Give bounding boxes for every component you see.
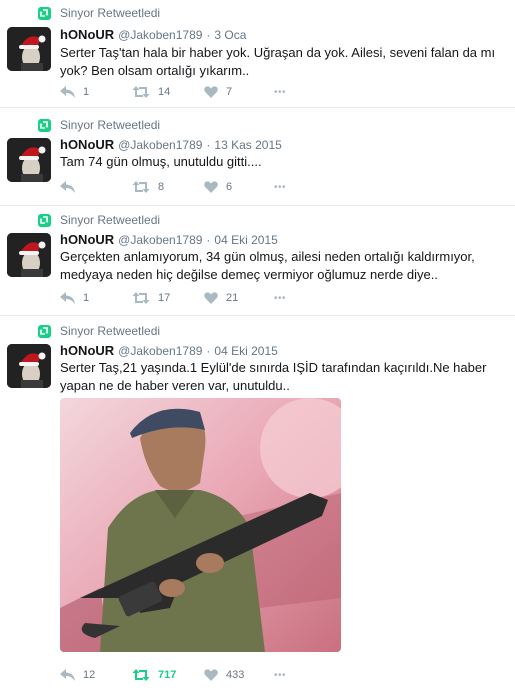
tweet-actions: 1 14 7 ••• xyxy=(60,84,300,100)
retweet-context-icon xyxy=(38,213,51,227)
display-name[interactable]: hONoUR xyxy=(60,232,114,247)
timestamp[interactable]: 04 Eki 2015 xyxy=(214,233,277,247)
reply-count: 1 xyxy=(83,86,90,98)
tweet[interactable]: Sinyor Retweetledi hONoUR @Jakoben1789 ·… xyxy=(0,108,515,206)
tweet-actions: 12 717 433 ••• xyxy=(60,667,300,683)
retweet-count: 8 xyxy=(158,181,165,193)
retweet-icon xyxy=(132,181,150,193)
retweet-context: Sinyor Retweetledi xyxy=(38,213,160,227)
like-count: 433 xyxy=(226,669,245,681)
retweet-count: 17 xyxy=(158,292,171,304)
retweet-context: Sinyor Retweetledi xyxy=(38,6,160,20)
avatar[interactable] xyxy=(7,233,51,277)
tweet-text: Gerçekten anlamıyorum, 34 gün olmuş, ail… xyxy=(60,249,479,282)
retweet-button[interactable]: 717 xyxy=(132,667,176,683)
retweet-context-icon xyxy=(38,324,51,338)
heart-icon xyxy=(204,86,218,98)
more-button[interactable]: ••• xyxy=(274,667,286,683)
username[interactable]: @Jakoben1789 xyxy=(118,138,202,152)
reply-button[interactable] xyxy=(60,179,83,195)
retweet-count: 717 xyxy=(158,669,177,681)
timestamp[interactable]: 3 Oca xyxy=(214,28,246,42)
more-button[interactable]: ••• xyxy=(274,290,286,306)
tweet-actions: 1 17 21 ••• xyxy=(60,290,300,306)
retweet-context: Sinyor Retweetledi xyxy=(38,118,160,132)
heart-icon xyxy=(204,181,218,193)
like-count: 21 xyxy=(226,292,239,304)
retweet-context: Sinyor Retweetledi xyxy=(38,324,160,338)
like-button[interactable]: 21 xyxy=(204,290,238,306)
reply-button[interactable]: 1 xyxy=(60,84,89,100)
tweet-photo[interactable] xyxy=(60,398,341,652)
username[interactable]: @Jakoben1789 xyxy=(118,344,202,358)
retweet-button[interactable]: 17 xyxy=(132,290,170,306)
like-button[interactable]: 433 xyxy=(204,667,244,683)
more-icon: ••• xyxy=(274,181,287,193)
avatar[interactable] xyxy=(7,138,51,182)
retweeter-link[interactable]: Sinyor Retweetledi xyxy=(60,213,160,227)
more-icon: ••• xyxy=(274,86,287,98)
heart-icon xyxy=(204,669,218,681)
tweet-text: Tam 74 gün olmuş, unutuldu gitti.... xyxy=(60,154,262,169)
username[interactable]: @Jakoben1789 xyxy=(118,28,202,42)
tweet-text: Serter Taş'tan hala bir haber yok. Uğraş… xyxy=(60,45,499,78)
display-name[interactable]: hONoUR xyxy=(60,137,114,152)
more-button[interactable]: ••• xyxy=(274,179,286,195)
more-button[interactable]: ••• xyxy=(274,84,286,100)
tweet-text: Serter Taş,21 yaşında.1 Eylül'de sınırda… xyxy=(60,360,491,393)
retweeter-link[interactable]: Sinyor Retweetledi xyxy=(60,6,160,20)
reply-count: 12 xyxy=(83,669,96,681)
avatar[interactable] xyxy=(7,27,51,71)
separator: · xyxy=(206,344,211,358)
like-count: 7 xyxy=(226,86,233,98)
retweet-button[interactable]: 14 xyxy=(132,84,170,100)
reply-button[interactable]: 12 xyxy=(60,667,95,683)
separator: · xyxy=(206,233,211,247)
reply-count: 1 xyxy=(83,292,90,304)
timestamp[interactable]: 13 Kas 2015 xyxy=(214,138,281,152)
heart-icon xyxy=(204,292,218,304)
display-name[interactable]: hONoUR xyxy=(60,27,114,42)
reply-icon xyxy=(60,669,75,681)
username[interactable]: @Jakoben1789 xyxy=(118,233,202,247)
timestamp[interactable]: 04 Eki 2015 xyxy=(214,344,277,358)
more-icon: ••• xyxy=(274,292,287,304)
avatar[interactable] xyxy=(7,344,51,388)
reply-icon xyxy=(60,181,75,193)
display-name[interactable]: hONoUR xyxy=(60,343,114,358)
tweet[interactable]: Sinyor Retweetledi hONoUR @Jakoben1789 ·… xyxy=(0,316,515,690)
like-count: 6 xyxy=(226,181,233,193)
tweet[interactable]: Sinyor Retweetledi hONoUR @Jakoben1789 ·… xyxy=(0,206,515,316)
reply-button[interactable]: 1 xyxy=(60,290,89,306)
retweet-button[interactable]: 8 xyxy=(132,179,164,195)
retweet-icon xyxy=(132,292,150,304)
retweet-count: 14 xyxy=(158,86,171,98)
retweeter-link[interactable]: Sinyor Retweetledi xyxy=(60,118,160,132)
separator: · xyxy=(206,28,211,42)
retweet-context-icon xyxy=(38,6,51,20)
like-button[interactable]: 6 xyxy=(204,179,232,195)
more-icon: ••• xyxy=(274,669,287,681)
retweeter-link[interactable]: Sinyor Retweetledi xyxy=(60,324,160,338)
tweet-actions: 8 6 ••• xyxy=(60,179,300,195)
like-button[interactable]: 7 xyxy=(204,84,232,100)
retweet-icon xyxy=(132,669,150,681)
tweet[interactable]: Sinyor Retweetledi hONoUR @Jakoben1789 ·… xyxy=(0,0,515,108)
retweet-context-icon xyxy=(38,118,51,132)
retweet-icon xyxy=(132,86,150,98)
separator: · xyxy=(206,138,211,152)
reply-icon xyxy=(60,292,75,304)
reply-icon xyxy=(60,86,75,98)
